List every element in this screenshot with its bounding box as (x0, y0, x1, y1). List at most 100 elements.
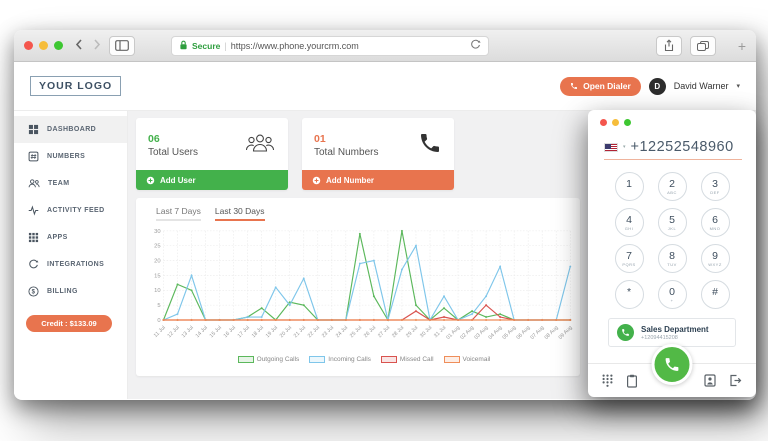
sidebar-item-dashboard[interactable]: DASHBOARD (14, 116, 127, 143)
numbers-icon (28, 151, 39, 162)
tab-last-30-days[interactable]: Last 30 Days (214, 206, 265, 221)
legend-swatch (443, 356, 460, 363)
open-dialer-button[interactable]: Open Dialer (560, 76, 641, 96)
svg-text:30 Jul: 30 Jul (419, 325, 433, 339)
phone-icon (418, 131, 442, 160)
contacts-icon[interactable] (704, 374, 716, 387)
zoom-window-icon[interactable] (624, 119, 631, 126)
chrome-right-buttons: + (655, 35, 746, 56)
users-group-icon (244, 132, 276, 159)
svg-text:20 Jul: 20 Jul (279, 325, 293, 339)
integrations-icon (29, 259, 39, 269)
call-button[interactable] (651, 344, 693, 385)
credit-badge: Credit : $133.09 (26, 315, 112, 332)
sidebar-item-numbers[interactable]: NUMBERS (14, 143, 127, 170)
new-tab-icon[interactable]: + (738, 38, 746, 54)
nav-buttons (75, 38, 101, 53)
back-icon[interactable] (75, 38, 83, 53)
calls-line-chart: 0 5 10 15 20 25 30 11 Jul 12 Jul 13 Jul 14 Jul 15 J… (148, 225, 580, 358)
key-4[interactable]: 4 GHI (614, 208, 644, 237)
add-user-button[interactable]: Add User (136, 170, 288, 190)
total-numbers-label: Total Numbers (314, 146, 379, 158)
svg-text:02 Aug: 02 Aug (459, 325, 475, 341)
minimize-window-icon[interactable] (39, 41, 48, 50)
dialed-number[interactable]: +12252548960 (631, 139, 734, 155)
key-3[interactable]: 3 DEF (700, 172, 730, 201)
svg-text:20: 20 (154, 259, 160, 265)
zoom-window-icon[interactable] (54, 41, 63, 50)
address-bar[interactable]: Secure | https://www.phone.yourcrm.com (171, 35, 489, 56)
apps-icon (28, 232, 39, 243)
svg-text:01 Aug: 01 Aug (445, 325, 461, 341)
svg-text:27 Jul: 27 Jul (377, 325, 391, 339)
key-1[interactable]: 1 (614, 172, 644, 201)
forward-icon[interactable] (93, 38, 101, 53)
dialpad-icon[interactable] (602, 374, 613, 387)
svg-text:$: $ (32, 290, 36, 296)
svg-text:5: 5 (157, 303, 160, 309)
sidebar: DASHBOARD NUMBERS TEAM ACTIVITY FEED APP… (14, 111, 128, 399)
add-number-button[interactable]: Add Number (302, 170, 454, 190)
activity-icon (28, 205, 39, 216)
key-8[interactable]: 8 TUV (657, 244, 687, 273)
key-2[interactable]: 2 ABC (657, 172, 687, 201)
legend-swatch (380, 356, 397, 363)
clipboard-icon[interactable] (626, 374, 638, 388)
key-9[interactable]: 9 WXYZ (700, 244, 730, 273)
dialer-window: ▾ +12252548960 1 2 ABC 3 DEF 4 GHI 5 JKL 6 MN… (588, 110, 756, 397)
svg-text:28 Jul: 28 Jul (391, 325, 405, 339)
close-window-icon[interactable] (600, 119, 607, 126)
sidebar-toggle-icon[interactable] (109, 35, 135, 56)
plus-circle-icon (146, 176, 155, 184)
us-flag-icon[interactable] (604, 142, 618, 152)
minimize-window-icon[interactable] (612, 119, 619, 126)
tabs-overview-icon[interactable] (689, 35, 716, 56)
legend-incoming-calls: Incoming Calls (309, 356, 371, 363)
signout-icon[interactable] (729, 374, 742, 387)
dialer-traffic-lights (588, 119, 756, 126)
svg-text:21 Jul: 21 Jul (293, 325, 307, 339)
total-users-card: 06 Total Users Add User (136, 118, 288, 190)
key-5[interactable]: 5 JKL (657, 208, 687, 237)
svg-text:14 Jul: 14 Jul (195, 325, 209, 339)
sidebar-item-activity-feed[interactable]: ACTIVITY FEED (14, 197, 127, 224)
key-7[interactable]: 7 PQRS (614, 244, 644, 273)
svg-text:19 Jul: 19 Jul (265, 325, 279, 339)
svg-text:29 Jul: 29 Jul (405, 325, 419, 339)
total-numbers-card: 01 Total Numbers Add Number (302, 118, 454, 190)
sidebar-item-integrations[interactable]: INTEGRATIONS (14, 251, 127, 278)
legend-swatch (237, 356, 254, 363)
sidebar-item-billing[interactable]: $ BILLING (14, 278, 127, 305)
logo[interactable]: YOUR LOGO (30, 76, 122, 96)
refresh-icon[interactable] (470, 37, 481, 55)
dial-number-input[interactable]: ▾ +12252548960 (604, 139, 742, 160)
svg-text:09 Aug: 09 Aug (558, 325, 574, 341)
svg-text:16 Jul: 16 Jul (223, 325, 237, 339)
chevron-down-icon[interactable]: ▾ (736, 82, 740, 90)
key-star[interactable]: * (614, 280, 644, 309)
traffic-lights (24, 41, 63, 50)
svg-text:05 Aug: 05 Aug (502, 325, 518, 341)
key-6[interactable]: 6 MNO (700, 208, 730, 237)
share-icon[interactable] (655, 35, 682, 56)
total-users-value: 06 (148, 132, 160, 145)
sidebar-item-apps[interactable]: APPS (14, 224, 127, 251)
user-name[interactable]: David Warner (674, 81, 729, 91)
user-avatar[interactable]: D (648, 77, 666, 95)
svg-text:08 Aug: 08 Aug (544, 325, 560, 341)
address-separator: | (224, 40, 227, 51)
screenshot-stage: Secure | https://www.phone.yourcrm.com +… (0, 0, 768, 441)
key-0[interactable]: 0 + (657, 280, 687, 309)
legend-missed-call: Missed Call (380, 356, 434, 363)
close-window-icon[interactable] (24, 41, 33, 50)
sidebar-item-team[interactable]: TEAM (14, 170, 127, 197)
dial-keypad: 1 2 ABC 3 DEF 4 GHI 5 JKL 6 MNO 7 PQRS 8 TUV 9W… (588, 172, 756, 309)
tab-last-7-days[interactable]: Last 7 Days (156, 206, 201, 221)
contact-card[interactable]: Sales Department +12094415208 (608, 318, 736, 347)
key-hash[interactable]: # (700, 280, 730, 309)
chart-tabs: Last 7 Days Last 30 Days (156, 206, 580, 221)
svg-text:25: 25 (154, 244, 160, 250)
svg-text:25 Jul: 25 Jul (349, 325, 363, 339)
chevron-down-icon[interactable]: ▾ (623, 144, 626, 150)
phone-icon (571, 83, 578, 89)
